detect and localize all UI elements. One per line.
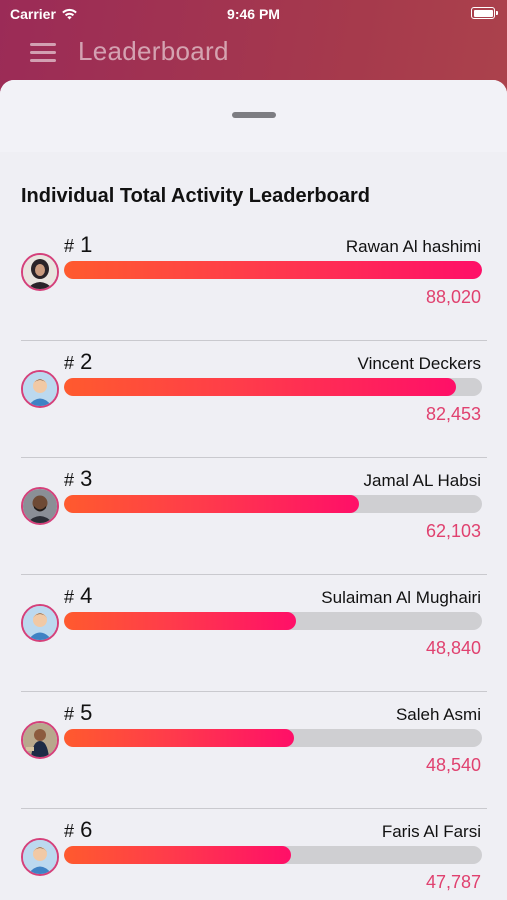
- progress-fill: [64, 846, 291, 864]
- leaderboard-entry[interactable]: # 3 Jamal AL Habsi 62,103: [0, 458, 507, 575]
- avatar: [21, 604, 59, 642]
- rank-label: # 2: [64, 349, 92, 375]
- page-title: Leaderboard: [78, 36, 229, 66]
- rank-hash: #: [64, 821, 75, 841]
- progress-track: [64, 729, 482, 747]
- battery-icon: [471, 7, 498, 19]
- rank-hash: #: [64, 236, 75, 256]
- score-value: 48,840: [425, 638, 481, 658]
- score-value: 48,540: [425, 755, 481, 775]
- rank-hash: #: [64, 704, 75, 724]
- user-name: Saleh Asmi: [395, 705, 481, 724]
- progress-track: [64, 261, 482, 279]
- nav-bar: Leaderboard: [0, 28, 507, 78]
- rank-label: # 3: [64, 466, 92, 492]
- sheet-grabber-handle[interactable]: [232, 112, 276, 118]
- avatar: [21, 721, 59, 759]
- avatar: [21, 487, 59, 525]
- rank-number: 1: [80, 232, 93, 257]
- leaderboard-entry[interactable]: # 6 Faris Al Farsi 47,787: [0, 809, 507, 900]
- progress-track: [64, 612, 482, 630]
- leaderboard-entry[interactable]: # 2 Vincent Deckers 82,453: [0, 341, 507, 458]
- rank-hash: #: [64, 587, 75, 607]
- leaderboard-content: Individual Total Activity Leaderboard # …: [0, 152, 507, 900]
- avatar: [21, 370, 59, 408]
- rank-label: # 6: [64, 817, 92, 843]
- user-name: Faris Al Farsi: [381, 822, 481, 841]
- progress-track: [64, 378, 482, 396]
- leaderboard-entry[interactable]: # 1 Rawan Al hashimi 88,020: [0, 224, 507, 341]
- rank-number: 2: [80, 349, 93, 374]
- user-name: Vincent Deckers: [357, 354, 481, 373]
- progress-fill: [64, 378, 456, 396]
- leaderboard-title: Individual Total Activity Leaderboard: [21, 185, 370, 207]
- sheet-header: [0, 80, 507, 152]
- status-time: 9:46 PM: [227, 6, 280, 22]
- user-name: Jamal AL Habsi: [363, 471, 481, 490]
- leaderboard-entry[interactable]: # 5 Saleh Asmi 48,540: [0, 692, 507, 809]
- rank-number: 4: [80, 583, 93, 608]
- rank-label: # 1: [64, 232, 92, 258]
- leaderboard-sheet: Individual Total Activity Leaderboard # …: [0, 80, 507, 900]
- rank-hash: #: [64, 353, 75, 373]
- progress-fill: [64, 495, 359, 513]
- hamburger-menu-icon[interactable]: [30, 41, 58, 63]
- leaderboard-entry[interactable]: # 4 Sulaiman Al Mughairi 48,840: [0, 575, 507, 692]
- rank-number: 6: [80, 817, 93, 842]
- avatar: [21, 838, 59, 876]
- rank-number: 5: [80, 700, 93, 725]
- progress-fill: [64, 729, 295, 747]
- rank-label: # 4: [64, 583, 92, 609]
- score-value: 62,103: [425, 521, 481, 541]
- progress-track: [64, 846, 482, 864]
- progress-track: [64, 495, 482, 513]
- score-value: 82,453: [425, 404, 481, 424]
- rank-number: 3: [80, 466, 93, 491]
- rank-hash: #: [64, 470, 75, 490]
- progress-fill: [64, 612, 296, 630]
- progress-fill: [64, 261, 482, 279]
- avatar: [21, 253, 59, 291]
- score-value: 88,020: [425, 287, 481, 307]
- user-name: Sulaiman Al Mughairi: [321, 588, 481, 607]
- score-value: 47,787: [425, 872, 481, 892]
- rank-label: # 5: [64, 700, 92, 726]
- user-name: Rawan Al hashimi: [345, 237, 481, 256]
- status-bar: Carrier 9:46 PM: [0, 0, 507, 28]
